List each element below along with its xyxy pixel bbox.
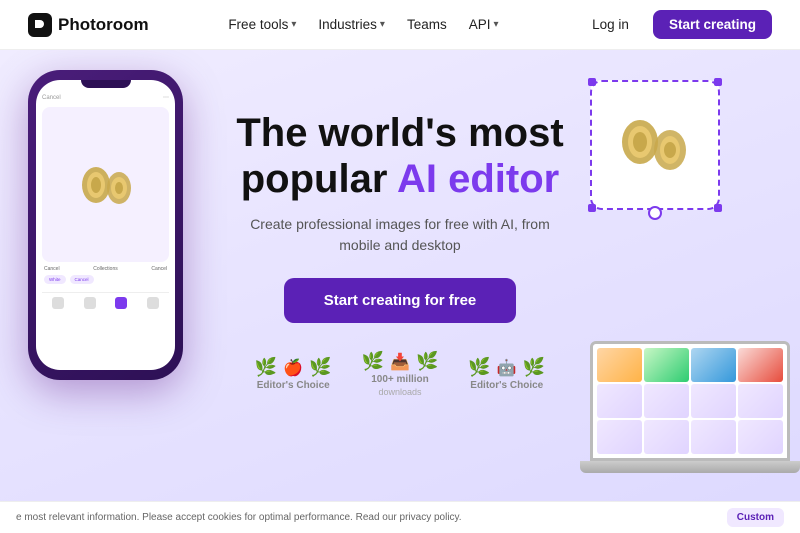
badge-label-3: Editor's Choice [470, 380, 543, 391]
brand-name: Photoroom [58, 15, 149, 35]
phone-image-area [42, 107, 169, 262]
badge-editors-choice-1: 🌿 🍎 🌿 Editor's Choice [255, 357, 332, 391]
login-button[interactable]: Log in [578, 11, 643, 38]
start-creating-nav-button[interactable]: Start creating [653, 10, 772, 39]
apple-icon: 🍎 [283, 358, 303, 378]
selection-corner-bl [588, 204, 596, 212]
phone-bottom-ui: Cancel Collections Cancel White Cancel [42, 262, 169, 288]
start-creating-hero-button[interactable]: Start creating for free [284, 278, 517, 323]
nav-actions: Log in Start creating [578, 10, 772, 39]
phone-mockup: Cancel ⋯ [28, 70, 183, 380]
laptop-thumb-7 [691, 384, 736, 418]
laurel-left-icon: 🌿 [362, 351, 384, 372]
navbar: Photoroom Free tools ▾ Industries ▾ Team… [0, 0, 800, 50]
hero-title-accent: AI editor [397, 157, 559, 201]
earrings-float [590, 80, 720, 210]
phone-bottom-nav [42, 292, 169, 311]
brand-logo[interactable]: Photoroom [28, 13, 149, 37]
badge-label-1: Editor's Choice [257, 380, 330, 391]
laurel-left-icon: 🌿 [468, 357, 490, 378]
hero-subtitle: Create professional images for free with… [240, 214, 560, 256]
earrings-selection-box [590, 80, 720, 210]
selection-corner-tr [714, 78, 722, 86]
phone-nav-collections-icon [147, 297, 159, 309]
android-icon: 🤖 [497, 358, 517, 378]
laurel-right-icon: 🌿 [523, 357, 545, 378]
hero-section: Cancel ⋯ [0, 50, 800, 533]
chevron-down-icon: ▾ [493, 19, 498, 30]
selection-handle [648, 206, 662, 220]
badge-sublabel-2: downloads [378, 387, 421, 397]
laptop-thumb-10 [644, 420, 689, 454]
laptop-base [580, 461, 800, 473]
earrings-float-image [610, 100, 700, 190]
nav-industries[interactable]: Industries ▾ [318, 17, 385, 32]
selection-corner-tl [588, 78, 596, 86]
phone-nav-camera-icon [52, 297, 64, 309]
badge-label-2: 100+ million [371, 374, 429, 385]
earring-image [71, 150, 141, 220]
phone-notch [81, 80, 131, 88]
chevron-down-icon: ▾ [291, 19, 296, 30]
phone-top-bar: Cancel ⋯ [42, 92, 169, 103]
laptop-thumb-1 [597, 348, 642, 382]
laptop-thumb-3 [691, 348, 736, 382]
laurel-left-icon: 🌿 [255, 357, 277, 378]
laurel-right-icon: 🌿 [309, 357, 331, 378]
nav-api[interactable]: API ▾ [469, 17, 499, 32]
cookie-bar: e most relevant information. Please acce… [0, 501, 800, 533]
nav-free-tools[interactable]: Free tools ▾ [228, 17, 296, 32]
laptop-thumb-12 [738, 420, 783, 454]
laurel-right-icon: 🌿 [416, 351, 438, 372]
laptop-screen [590, 341, 790, 461]
download-icon: 📥 [390, 352, 410, 372]
badge-downloads: 🌿 📥 🌿 100+ million downloads [362, 351, 439, 397]
laptop-thumb-2 [644, 348, 689, 382]
selection-corner-br [714, 204, 722, 212]
hero-title: The world's most popular AI editor [236, 110, 563, 202]
badges-row: 🌿 🍎 🌿 Editor's Choice 🌿 📥 🌿 100+ million… [255, 351, 545, 413]
chevron-down-icon: ▾ [380, 19, 385, 30]
phone-nav-gallery-icon [84, 297, 96, 309]
laptop-thumb-6 [644, 384, 689, 418]
logo-icon [28, 13, 52, 37]
laptop-mockup [590, 341, 790, 473]
phone-nav-edit-icon [115, 297, 127, 309]
laptop-thumb-8 [738, 384, 783, 418]
cookie-text: e most relevant information. Please acce… [16, 512, 462, 523]
laptop-thumb-9 [597, 420, 642, 454]
nav-links: Free tools ▾ Industries ▾ Teams API ▾ [228, 17, 498, 32]
nav-teams[interactable]: Teams [407, 17, 447, 32]
laptop-thumb-4 [738, 348, 783, 382]
cookie-customize-button[interactable]: Custom [727, 508, 784, 527]
badge-editors-choice-2: 🌿 🤖 🌿 Editor's Choice [468, 357, 545, 391]
hero-center: The world's most popular AI editor Creat… [236, 80, 563, 323]
laptop-thumb-11 [691, 420, 736, 454]
laptop-thumb-5 [597, 384, 642, 418]
